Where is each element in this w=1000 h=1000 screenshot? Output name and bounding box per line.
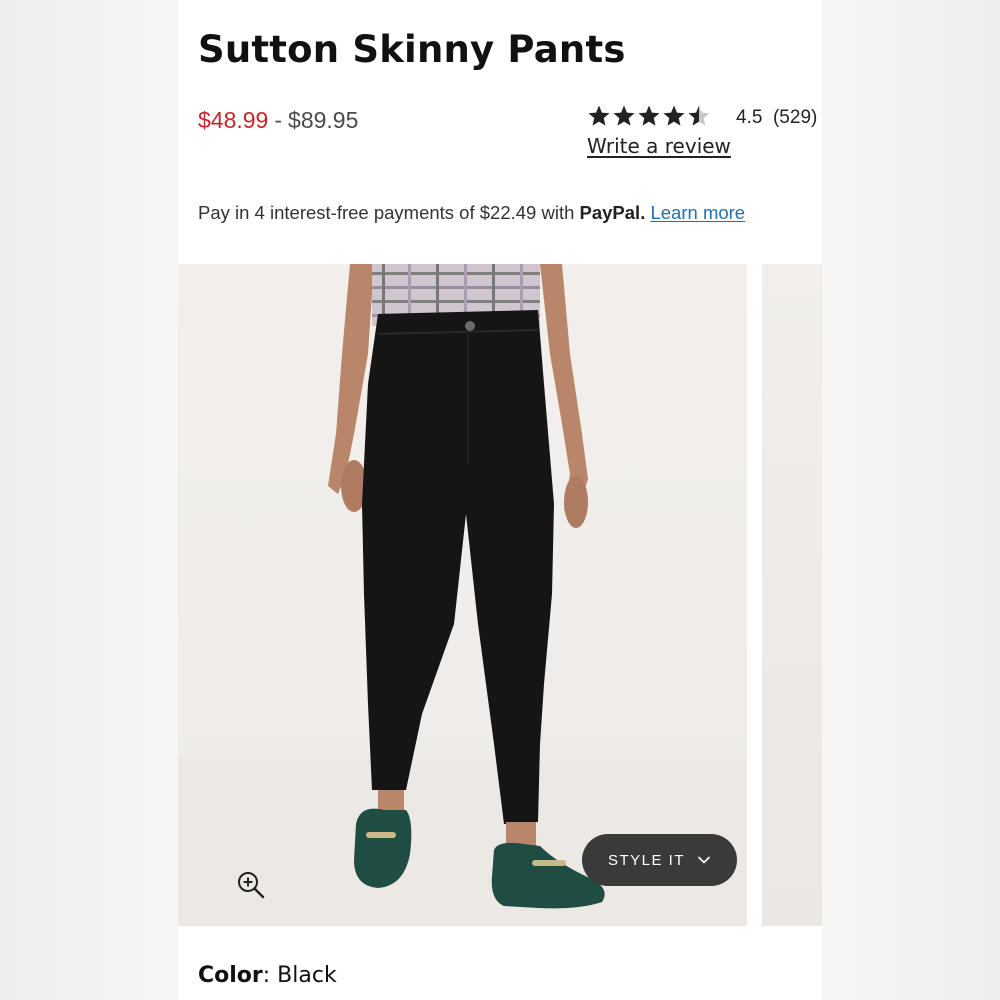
regular-price: $89.95 [288, 107, 359, 133]
chevron-down-icon [697, 856, 711, 864]
color-selection: Color: Black [198, 963, 337, 988]
price-separator: - [274, 107, 283, 133]
background-right [822, 0, 1000, 1000]
product-image[interactable]: STYLE IT [178, 264, 747, 926]
background-left [0, 0, 178, 1000]
color-label: Color [198, 963, 263, 988]
star-icon [613, 105, 635, 126]
write-review-link[interactable]: Write a review [587, 134, 731, 158]
star-rating [588, 105, 710, 126]
star-icon [638, 105, 660, 126]
zoom-in-icon[interactable] [236, 870, 266, 900]
style-it-label: STYLE IT [607, 851, 686, 869]
next-product-image-peek[interactable] [762, 264, 822, 926]
color-value: Black [277, 963, 337, 988]
star-icon [663, 105, 685, 126]
paypal-text: Pay in 4 interest-free payments of $22.4… [198, 202, 575, 223]
rating-value: 4.5 [736, 107, 763, 128]
review-count: (529) [772, 107, 818, 128]
price-range: $48.99- $89.95 [198, 107, 358, 134]
product-title: Sutton Skinny Pants [198, 28, 626, 71]
color-colon: : [262, 963, 278, 988]
sale-price: $48.99 [198, 107, 269, 133]
rating-value-and-count: 4.5 (529) [736, 107, 817, 129]
product-photo [178, 264, 747, 926]
paypal-installments: Pay in 4 interest-free payments of $22.4… [198, 202, 745, 224]
product-page: Sutton Skinny Pants $48.99- $89.95 4.5 (5… [178, 0, 822, 1000]
learn-more-link[interactable]: Learn more [650, 202, 745, 223]
rating-summary: 4.5 (529) Write a review [587, 104, 822, 158]
paypal-brand: PayPal. [579, 202, 646, 223]
half-star-icon [688, 105, 710, 126]
star-icon [588, 105, 610, 126]
style-it-button[interactable]: STYLE IT [582, 834, 737, 886]
